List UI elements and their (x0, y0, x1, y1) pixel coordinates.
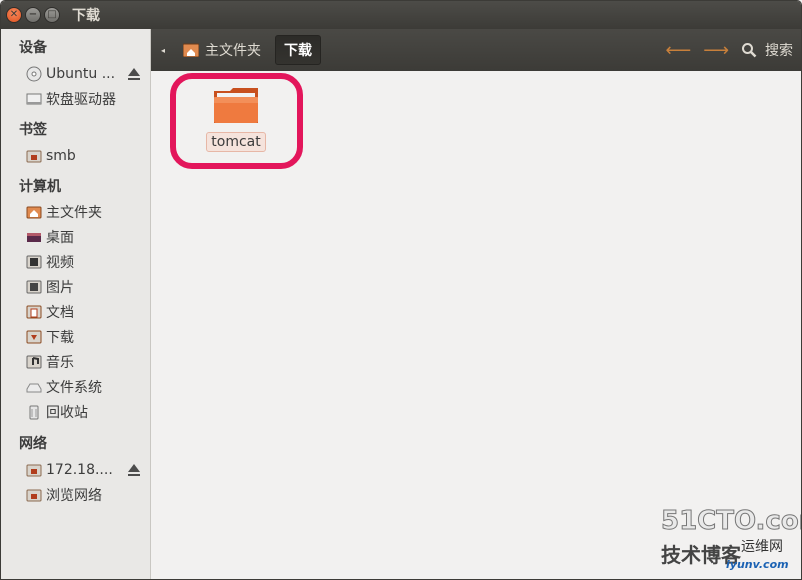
search-label[interactable]: 搜索 (765, 40, 793, 60)
sidebar-item-label: 回收站 (46, 405, 88, 421)
toolbar-right: ⟵ ⟶ 搜索 (659, 40, 801, 61)
sidebar-item-downloads[interactable]: 下载 (26, 326, 146, 348)
breadcrumb-home[interactable]: 主文件夹 (175, 35, 269, 65)
watermark: 51CTO.com 技术博客 运维网 iyunv.com (659, 506, 801, 576)
sidebar-item-pictures[interactable]: 图片 (26, 276, 146, 298)
window-title: 下载 (72, 8, 100, 24)
network-folder-icon (26, 464, 42, 477)
eject-icon[interactable] (126, 66, 142, 82)
sidebar-item-documents[interactable]: 文档 (26, 301, 146, 323)
sidebar-item-label: 文档 (46, 305, 74, 321)
sidebar-item-desktop[interactable]: 桌面 (26, 226, 146, 248)
breadcrumb-scroll-left-icon[interactable]: ◂ (161, 46, 175, 55)
forward-arrow-icon[interactable]: ⟶ (703, 40, 729, 61)
folder-icon (214, 88, 258, 123)
breadcrumb-downloads[interactable]: 下载 (275, 35, 321, 65)
sidebar-item-label: 下载 (46, 330, 74, 346)
file-manager-window: ✕ − □ 下载 设备 Ubuntu ... 软盘驱动器 书签 smb 计算机 … (0, 0, 802, 580)
watermark-url: iyunv.com (726, 558, 789, 571)
sidebar-heading-devices: 设备 (19, 40, 47, 56)
sidebar-item-videos[interactable]: 视频 (26, 251, 146, 273)
sidebar-item-home[interactable]: 主文件夹 (26, 201, 146, 223)
minimize-window-button[interactable]: − (25, 7, 41, 23)
trash-icon (29, 405, 39, 420)
file-name: tomcat (206, 132, 266, 152)
documents-folder-icon (26, 305, 42, 319)
sidebar-item-label: smb (46, 148, 76, 164)
sidebar-item-label: 172.18.... (46, 462, 113, 478)
sidebar-item-browse-network[interactable]: 浏览网络 (26, 484, 146, 506)
sidebar-item-label: 文件系统 (46, 380, 102, 396)
eject-icon[interactable] (126, 462, 142, 478)
sidebar-item-ubuntu[interactable]: Ubuntu ... (26, 63, 146, 85)
sidebar-item-label: 软盘驱动器 (46, 92, 116, 108)
home-folder-icon (26, 206, 42, 219)
sidebar-item-filesystem[interactable]: 文件系统 (26, 376, 146, 398)
title-bar: ✕ − □ 下载 (1, 1, 801, 29)
watermark-site: 51CTO.com (661, 506, 801, 537)
sidebar-heading-bookmarks: 书签 (19, 122, 47, 138)
floppy-icon (26, 93, 42, 105)
sidebar-item-label: 图片 (46, 280, 74, 296)
watermark-yunwei: 运维网 (741, 539, 783, 555)
downloads-folder-icon (26, 330, 42, 344)
sidebar-item-network-share[interactable]: 172.18.... (26, 459, 146, 481)
disc-icon (26, 66, 42, 82)
toolbar: ◂ 主文件夹 下载 ⟵ ⟶ 搜索 (151, 29, 801, 71)
sidebar-item-music[interactable]: 音乐 (26, 351, 146, 373)
sidebar-item-trash[interactable]: 回收站 (26, 401, 146, 423)
music-folder-icon (26, 355, 42, 369)
sidebar-item-floppy[interactable]: 软盘驱动器 (26, 88, 146, 110)
pictures-folder-icon (26, 280, 42, 294)
close-window-button[interactable]: ✕ (6, 7, 22, 23)
search-icon[interactable] (741, 42, 757, 58)
sidebar-item-label: 视频 (46, 255, 74, 271)
sidebar-item-label: 主文件夹 (46, 205, 102, 221)
back-arrow-icon[interactable]: ⟵ (665, 40, 691, 61)
sidebar-item-label: 音乐 (46, 355, 74, 371)
file-item-tomcat[interactable]: tomcat (206, 85, 266, 152)
breadcrumb-label: 下载 (284, 43, 312, 59)
breadcrumb-label: 主文件夹 (205, 43, 261, 59)
network-folder-icon (26, 489, 42, 502)
sidebar: 设备 Ubuntu ... 软盘驱动器 书签 smb 计算机 主文件夹 桌面 视 (1, 29, 151, 579)
sidebar-heading-network: 网络 (19, 436, 47, 452)
drive-icon (26, 383, 42, 393)
file-view: tomcat (151, 71, 801, 579)
home-folder-icon (183, 43, 199, 57)
sidebar-item-label: Ubuntu ... (46, 66, 116, 82)
sidebar-heading-computer: 计算机 (19, 179, 61, 195)
folder-icon (26, 150, 42, 163)
desktop-icon (27, 233, 41, 242)
sidebar-item-label: 桌面 (46, 230, 74, 246)
maximize-window-button[interactable]: □ (44, 7, 60, 23)
sidebar-item-smb[interactable]: smb (26, 145, 146, 167)
sidebar-item-label: 浏览网络 (46, 488, 102, 504)
video-folder-icon (26, 255, 42, 269)
